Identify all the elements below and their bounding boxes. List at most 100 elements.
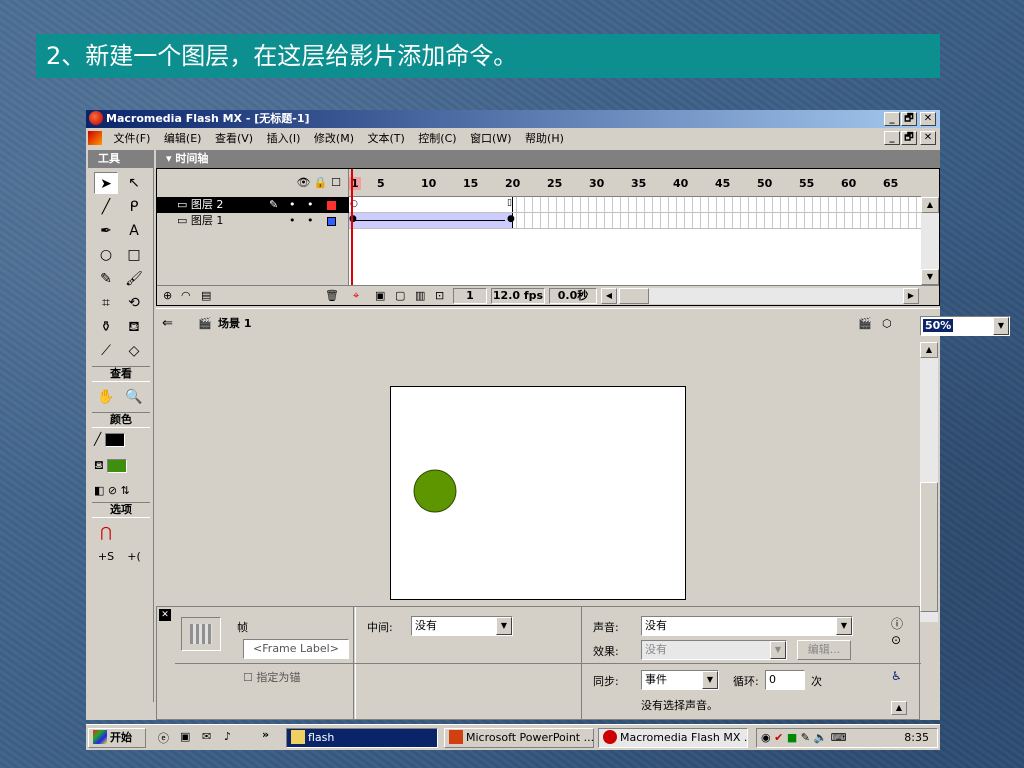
eyedropper-tool-icon[interactable]: ⟋ — [94, 340, 118, 362]
zoom-tool-icon[interactable]: 🔍 — [122, 386, 146, 408]
fill-color-swatch[interactable] — [107, 459, 128, 473]
text-tool-icon[interactable]: A — [122, 220, 146, 242]
menu-edit[interactable]: 编辑(E) — [159, 130, 207, 148]
doc-restore-button[interactable]: 🗗 — [901, 131, 917, 145]
menu-modify[interactable]: 修改(M) — [309, 130, 359, 148]
zoom-select[interactable]: 50% ▼ — [920, 316, 1010, 336]
timeline-hscroll[interactable]: ◀ ▶ — [601, 288, 919, 304]
subselect-tool-icon[interactable]: ↖ — [122, 172, 146, 194]
tray-icon-3[interactable]: ■ — [787, 731, 797, 744]
add-guide-icon[interactable]: ◠ — [181, 286, 191, 306]
edit-scene-icon[interactable]: 🎬 — [858, 309, 872, 339]
keyframe-span[interactable] — [349, 197, 513, 212]
edit-multiple-icon[interactable]: ▥ — [415, 286, 425, 306]
free-transform-tool-icon[interactable]: ⌗ — [94, 292, 118, 314]
task-flash-folder[interactable]: flash — [286, 728, 438, 748]
edit-sound-button[interactable]: 编辑... — [797, 640, 851, 660]
brush-tool-icon[interactable]: 🖌 — [122, 268, 146, 290]
oval-tool-icon[interactable]: ○ — [94, 244, 118, 266]
default-colors-icon[interactable]: ◧ — [94, 484, 104, 497]
add-layer-icon[interactable]: ⊕ — [163, 286, 172, 306]
scroll-thumb[interactable] — [920, 482, 938, 612]
scene-name[interactable]: 场景 1 — [218, 309, 251, 339]
task-powerpoint[interactable]: Microsoft PowerPoint ... — [444, 728, 594, 748]
menu-insert[interactable]: 插入(I) — [262, 130, 306, 148]
green-circle[interactable] — [413, 469, 457, 513]
frame-label-input[interactable]: <Frame Label> — [243, 639, 349, 659]
chevron-down-icon[interactable]: ▼ — [770, 641, 786, 659]
doc-minimize-button[interactable]: _ — [884, 131, 900, 145]
ink-bottle-tool-icon[interactable]: ⚱ — [94, 316, 118, 338]
menu-view[interactable]: 查看(V) — [210, 130, 258, 148]
swap-colors-icon[interactable]: ⇅ — [121, 484, 130, 497]
layer-row-2[interactable]: ▭ 图层 2 ✎ • • — [157, 197, 349, 213]
scroll-right-icon[interactable]: ▶ — [903, 288, 919, 304]
stage-area[interactable] — [156, 342, 920, 606]
frame-row-layer-1[interactable]: ● ● — [349, 213, 921, 229]
tray-icon-1[interactable]: ◉ — [761, 731, 771, 744]
straighten-icon[interactable]: +( — [122, 546, 146, 568]
lock-icon[interactable]: 🔒 — [314, 176, 328, 189]
desktop-icon[interactable]: ▣ — [180, 730, 190, 743]
help-icon[interactable]: ⓘ — [891, 615, 903, 632]
fill-transform-tool-icon[interactable]: ⟲ — [122, 292, 146, 314]
paint-bucket-tool-icon[interactable]: ⛾ — [122, 316, 146, 338]
minimize-button[interactable]: _ — [884, 112, 900, 126]
tools-header[interactable]: 工具 — [88, 150, 153, 168]
edit-symbol-icon[interactable]: ⬡ — [882, 309, 892, 339]
visibility-dot[interactable]: • — [289, 197, 296, 213]
menu-text[interactable]: 文本(T) — [362, 130, 409, 148]
onion-outline-icon[interactable]: ▢ — [395, 286, 405, 306]
pencil-tool-icon[interactable]: ✎ — [94, 268, 118, 290]
trash-icon[interactable]: 🗑 — [325, 286, 339, 306]
collapse-icon[interactable]: ✕ — [159, 609, 171, 621]
sound-select[interactable]: 没有 ▼ — [641, 616, 853, 636]
insert-folder-icon[interactable]: ▤ — [201, 286, 211, 306]
timeline-vscroll[interactable]: ▲ ▼ — [921, 197, 939, 285]
onion-skin-icon[interactable]: ▣ — [375, 286, 385, 306]
menu-help[interactable]: 帮助(H) — [520, 130, 569, 148]
scroll-down-icon[interactable]: ▼ — [921, 269, 939, 285]
snap-magnet-icon[interactable]: ⋂ — [94, 522, 118, 544]
layer-color-swatch[interactable] — [327, 217, 336, 226]
timeline-header[interactable]: ▾ 时间轴 — [156, 150, 940, 168]
accessibility-icon[interactable]: ♿ — [891, 669, 902, 683]
anchor-checkbox[interactable]: ☐ 指定为锚 — [243, 669, 300, 685]
expand-icon[interactable]: ▲ — [891, 701, 907, 715]
menu-file[interactable]: 文件(F) — [109, 130, 156, 148]
maximize-button[interactable]: 🗗 — [901, 112, 917, 126]
smooth-icon[interactable]: +S — [94, 546, 118, 568]
lock-dot[interactable]: • — [307, 197, 314, 213]
stage-vscroll[interactable]: ▲ — [920, 342, 938, 622]
playhead[interactable] — [351, 169, 353, 285]
chevron-down-icon[interactable]: ▼ — [702, 671, 718, 689]
menu-control[interactable]: 控制(C) — [413, 130, 461, 148]
doc-close-button[interactable]: ✕ — [920, 131, 936, 145]
center-frame-icon[interactable]: ⌖ — [353, 286, 359, 306]
task-flash-mx[interactable]: Macromedia Flash MX ... — [598, 728, 748, 748]
no-color-icon[interactable]: ⊘ — [108, 484, 117, 497]
media-icon[interactable]: ♪ — [224, 730, 231, 743]
menu-window[interactable]: 窗口(W) — [465, 130, 516, 148]
layer-row-1[interactable]: ▭ 图层 1 • • — [157, 213, 349, 229]
close-button[interactable]: ✕ — [920, 112, 936, 126]
options-icon[interactable]: ⊙ — [891, 633, 901, 647]
volume-icon[interactable]: 🔈 — [813, 731, 827, 744]
scroll-thumb[interactable] — [619, 288, 649, 304]
ie-icon[interactable]: ⓔ — [158, 730, 169, 746]
lock-dot[interactable]: • — [307, 213, 314, 229]
line-tool-icon[interactable]: ╱ — [94, 196, 118, 218]
visibility-dot[interactable]: • — [289, 213, 296, 229]
tray-icon-2[interactable]: ✔ — [774, 731, 783, 744]
scroll-up-icon[interactable]: ▲ — [920, 342, 938, 358]
outline-icon[interactable]: ☐ — [331, 176, 341, 189]
stroke-color-swatch[interactable] — [104, 433, 125, 447]
loop-input[interactable]: 0 — [765, 670, 805, 690]
hand-tool-icon[interactable]: ✋ — [94, 386, 118, 408]
effect-select[interactable]: 没有 ▼ — [641, 640, 787, 660]
layer-color-swatch[interactable] — [327, 201, 336, 210]
frame-ruler[interactable]: 1 5 10 15 20 25 30 35 40 45 50 55 60 65 — [349, 169, 921, 197]
frame-row-layer-2[interactable]: ○ ▯ — [349, 197, 921, 213]
eraser-tool-icon[interactable]: ◇ — [122, 340, 146, 362]
chevron-down-icon[interactable]: ▼ — [496, 617, 512, 635]
